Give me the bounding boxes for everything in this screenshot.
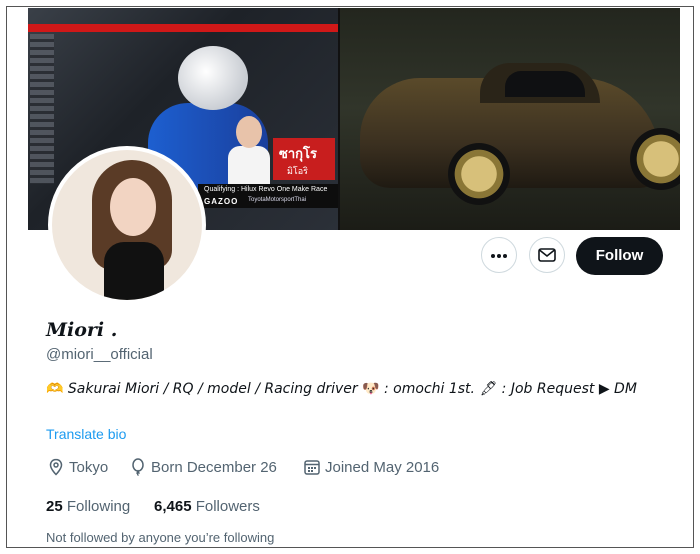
follow-button[interactable]: Follow: [576, 237, 663, 275]
bio-segment-3: : Job Request ▶ DM: [497, 381, 637, 397]
balloon-icon: [132, 458, 144, 476]
caption-brand: GAZOO: [204, 197, 239, 206]
user-handle: @miori__official: [46, 346, 153, 363]
caption-line: Qualifying : Hilux Revo One Make Race: [204, 186, 328, 193]
avatar[interactable]: [48, 146, 206, 304]
bio-emoji-hands: 🫶: [46, 381, 64, 397]
calendar-icon: [304, 460, 320, 475]
caption-social: ToyotaMotorsportThai: [248, 197, 307, 203]
banner-photo-car: [340, 8, 680, 230]
following-count: 25: [46, 498, 63, 515]
translate-bio-link[interactable]: Translate bio: [46, 426, 126, 442]
followers-count: 6,465: [154, 498, 192, 515]
following-link[interactable]: 25 Following: [46, 498, 130, 515]
birthday-text: Born December 26: [151, 459, 277, 476]
avatar-clothing: [104, 242, 164, 300]
avatar-face: [110, 178, 156, 236]
name-overlay-sub: มิโอริ: [287, 166, 309, 176]
bio-emoji-dog: 🐶: [362, 381, 380, 397]
following-label: Following: [62, 498, 131, 515]
more-dots-icon: [491, 254, 507, 258]
followers-label: Followers: [191, 498, 260, 515]
timing-leaderboard: [30, 34, 54, 184]
followers-link[interactable]: 6,465 Followers: [154, 498, 260, 515]
bio-segment-1: Sakurai Miori / RQ / model / Racing driv…: [63, 381, 363, 397]
bio-emoji-pen: 🖋: [479, 381, 498, 397]
name-overlay-main: ซากุโร: [279, 146, 317, 161]
car-window: [505, 71, 585, 97]
not-followed-note: Not followed by anyone you’re following: [46, 530, 275, 545]
envelope-icon: [538, 248, 556, 262]
location-pin-icon: [49, 458, 63, 476]
helmet: [178, 46, 248, 110]
bio-text: 🫶 Sakurai Miori / RQ / model / Racing dr…: [46, 378, 656, 400]
display-name: Miori .: [46, 319, 118, 341]
profile-frame: ซากุโร มิโอริ Qualifying : Hilux Revo On…: [6, 6, 694, 548]
inset-person-face: [236, 116, 262, 148]
bio-segment-2: : omochi 1st.: [379, 381, 480, 397]
name-overlay: ซากุโร มิโอริ: [273, 138, 335, 180]
message-button[interactable]: [529, 237, 565, 273]
car-wheel-front: [448, 143, 510, 205]
broadcast-red-bar: [28, 24, 338, 32]
joined-text: Joined May 2016: [325, 459, 440, 476]
broadcast-caption: Qualifying : Hilux Revo One Make Race GA…: [198, 184, 338, 208]
location-text: Tokyo: [69, 459, 109, 476]
more-button[interactable]: [481, 237, 517, 273]
